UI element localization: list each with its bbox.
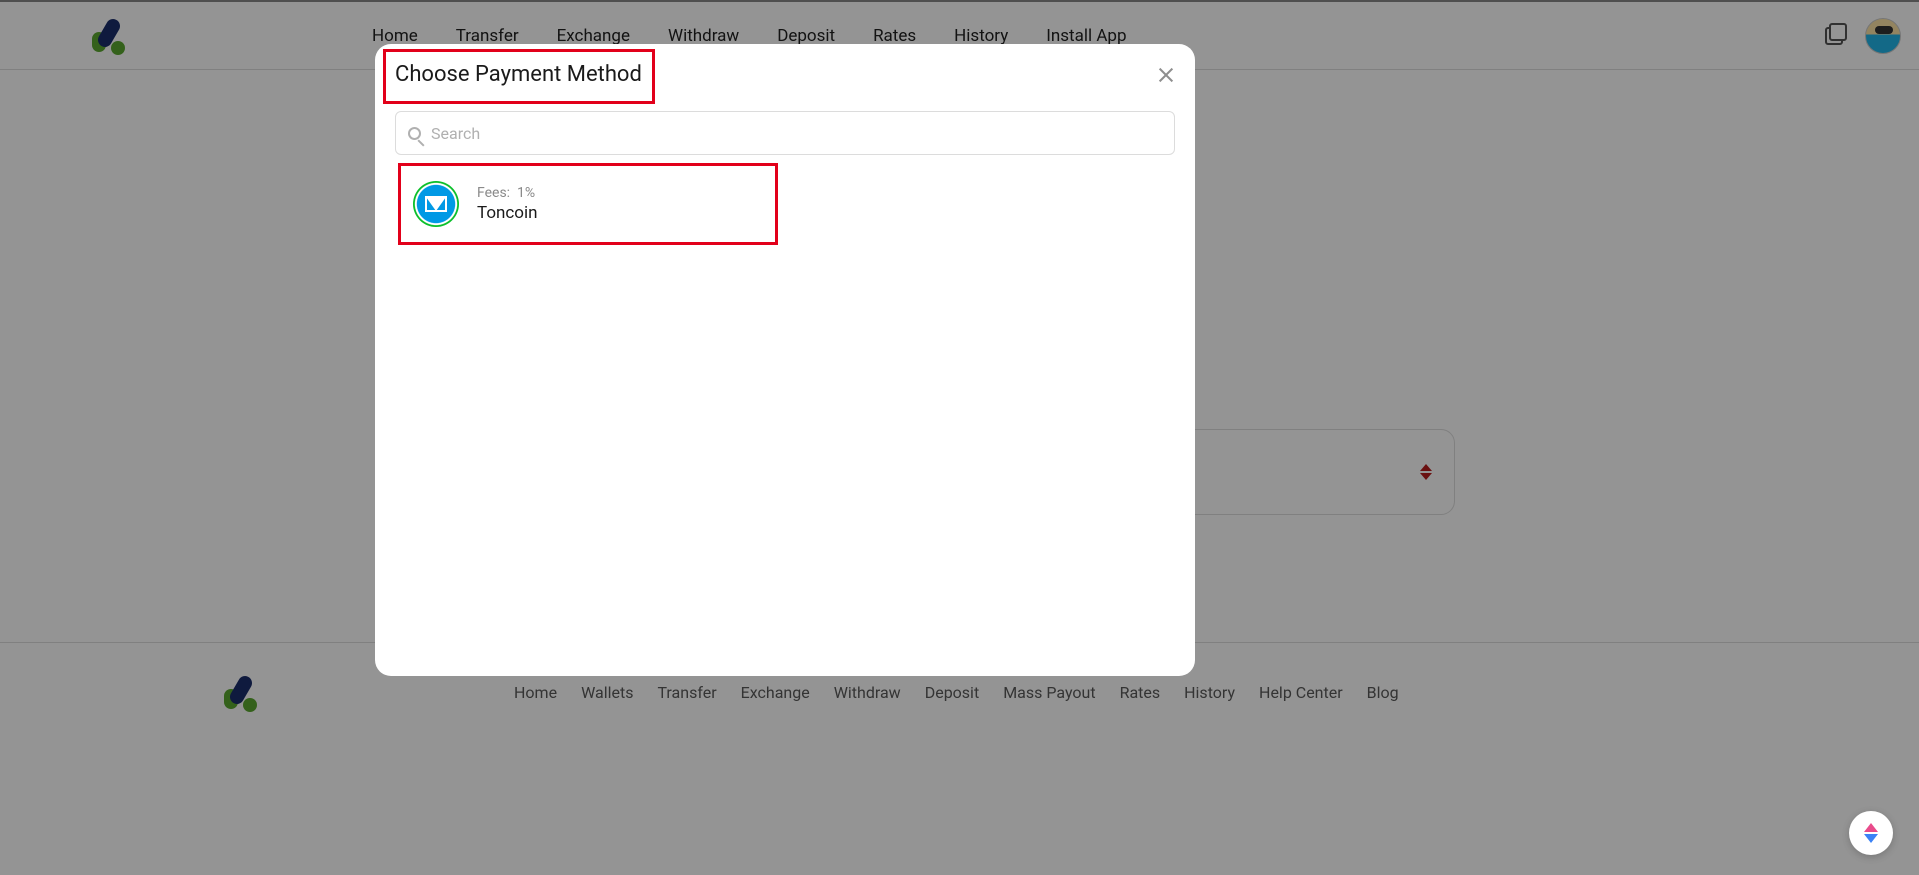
- payment-method-modal: Choose Payment Method Fees: 1% Toncoin: [375, 44, 1195, 676]
- fab-down-icon: [1864, 834, 1878, 843]
- modal-title: Choose Payment Method: [395, 62, 642, 87]
- payment-item-text: Fees: 1% Toncoin: [477, 185, 538, 223]
- search-box[interactable]: [395, 111, 1175, 155]
- payment-method-list: Fees: 1% Toncoin: [395, 155, 1175, 239]
- modal-header: Choose Payment Method: [395, 62, 1175, 99]
- close-icon[interactable]: [1157, 66, 1175, 84]
- fab-up-icon: [1864, 823, 1878, 832]
- fees-label: Fees:: [477, 185, 510, 201]
- help-fab[interactable]: [1849, 811, 1893, 855]
- search-input[interactable]: [431, 124, 1162, 143]
- payment-name: Toncoin: [477, 203, 538, 223]
- search-icon: [408, 127, 421, 140]
- payment-item-toncoin[interactable]: Fees: 1% Toncoin: [395, 169, 1175, 239]
- toncoin-icon: [413, 181, 459, 227]
- fees-value: 1%: [517, 185, 535, 201]
